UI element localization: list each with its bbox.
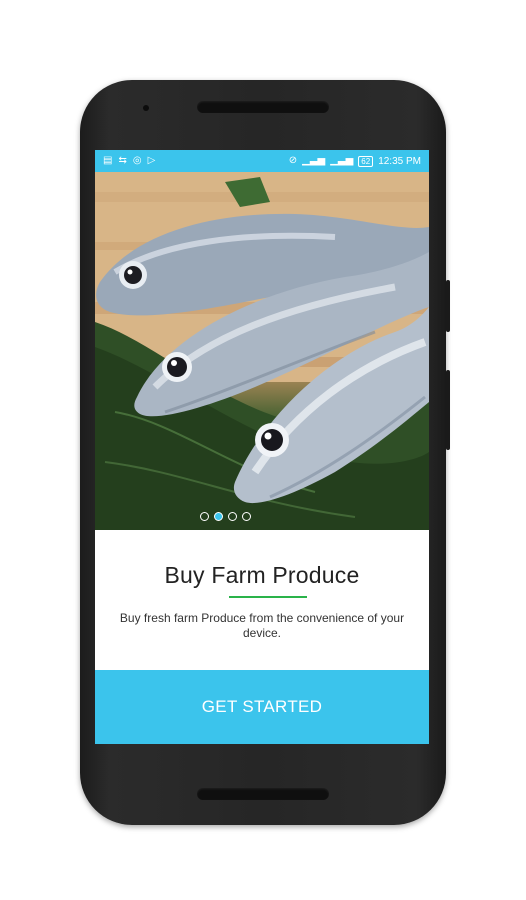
onboarding-description: Buy fresh farm Produce from the convenie… [119,611,405,640]
status-bar: ▤ ⇆ ◎ ▷ ⊘ ▁▃▅ ▁▃▅ 62 12:35 PM [95,150,429,172]
sd-card-icon: ▤ [103,155,113,166]
carousel-dot-2-active[interactable] [213,512,223,521]
onboarding-title: Buy Farm Produce [164,562,360,588]
signal-bars-icon: ▁▃▅ [330,155,354,166]
play-store-icon: ▷ [147,155,156,166]
battery-indicator: 62 [358,155,374,167]
alarm-icon: ⊘ [288,155,298,166]
app-screen: ▤ ⇆ ◎ ▷ ⊘ ▁▃▅ ▁▃▅ 62 12:35 PM Buy Farm P… [95,150,429,744]
whatsapp-icon: ◎ [132,155,142,166]
carousel-indicator [95,512,392,521]
signal-4g-icon: ▁▃▅ [302,155,326,166]
carousel-dot-4[interactable] [241,512,251,521]
front-camera [143,105,149,111]
earpiece-speaker [197,101,329,113]
hero-image-fish[interactable] [95,172,429,530]
carousel-dot-1[interactable] [199,512,209,521]
data-icon: ⇆ [118,155,127,166]
carousel-dot-3[interactable] [227,512,237,521]
title-underline [229,596,307,598]
bottom-speaker [197,788,329,800]
get-started-button[interactable]: GET STARTED [95,670,429,744]
clock: 12:35 PM [378,155,421,167]
volume-button [446,370,450,450]
power-button [446,280,450,332]
